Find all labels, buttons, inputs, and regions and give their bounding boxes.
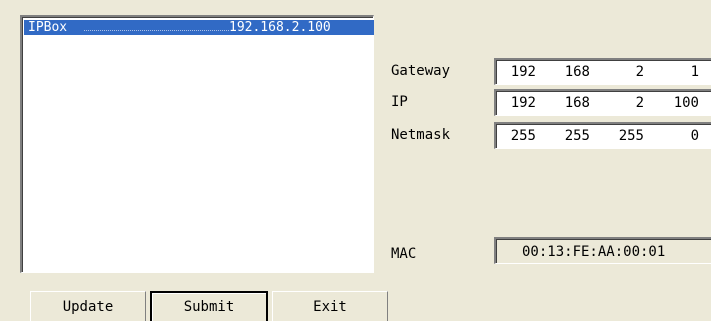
ip-octet-2[interactable]: 168 bbox=[560, 94, 590, 112]
gateway-octet-2[interactable]: 168 bbox=[560, 63, 590, 81]
gateway-label: Gateway bbox=[391, 63, 451, 79]
list-item[interactable]: IPBox 192.168.2.100 bbox=[24, 20, 374, 35]
ip-label: IP bbox=[391, 94, 408, 110]
dotted-leader bbox=[84, 30, 229, 31]
mac-field: 00:13:FE:AA:00:01 bbox=[494, 237, 711, 264]
ip-field[interactable]: 192 168 2 100 bbox=[494, 89, 711, 116]
netmask-octet-1[interactable]: 255 bbox=[506, 127, 536, 145]
netmask-octet-3[interactable]: 255 bbox=[614, 127, 644, 145]
mac-value: 00:13:FE:AA:00:01 bbox=[522, 244, 666, 260]
netmask-octet-2[interactable]: 255 bbox=[560, 127, 590, 145]
netmask-octet-4[interactable]: 0 bbox=[669, 127, 699, 145]
ip-octet-1[interactable]: 192 bbox=[506, 94, 536, 112]
device-ip: 192.168.2.100 bbox=[229, 20, 331, 35]
gateway-octet-4[interactable]: 1 bbox=[669, 63, 699, 81]
update-button[interactable]: Update bbox=[30, 291, 146, 321]
gateway-octet-3[interactable]: 2 bbox=[614, 63, 644, 81]
gateway-field[interactable]: 192 168 2 1 bbox=[494, 58, 711, 85]
gateway-octet-1[interactable]: 192 bbox=[506, 63, 536, 81]
device-name: IPBox bbox=[28, 20, 68, 35]
netmask-label: Netmask bbox=[391, 127, 451, 143]
mac-label: MAC bbox=[391, 246, 417, 262]
exit-button[interactable]: Exit bbox=[272, 291, 388, 321]
ip-octet-4[interactable]: 100 bbox=[669, 94, 699, 112]
submit-button[interactable]: Submit bbox=[150, 291, 268, 321]
netmask-field[interactable]: 255 255 255 0 bbox=[494, 122, 711, 149]
ip-octet-3[interactable]: 2 bbox=[614, 94, 644, 112]
device-list[interactable]: IPBox 192.168.2.100 bbox=[20, 15, 374, 273]
